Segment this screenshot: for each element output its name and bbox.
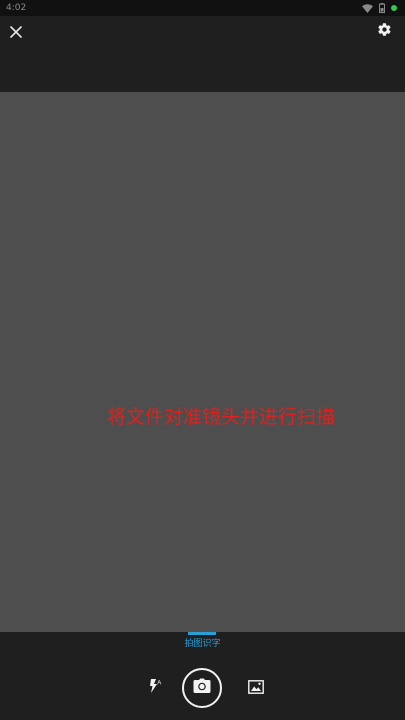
image-icon xyxy=(248,679,264,698)
wifi-icon xyxy=(362,3,373,13)
notification-dot xyxy=(391,5,397,11)
gallery-button[interactable] xyxy=(246,678,266,698)
camera-icon xyxy=(193,678,211,698)
status-bar: 4:02 xyxy=(0,0,405,16)
svg-text:A: A xyxy=(157,681,161,687)
close-button[interactable] xyxy=(4,20,28,44)
camera-viewfinder[interactable]: 将文件对准镜头并进行扫描 xyxy=(0,92,405,632)
status-icons xyxy=(362,2,397,14)
top-toolbar xyxy=(0,16,405,92)
battery-icon xyxy=(379,3,385,13)
close-icon xyxy=(10,23,22,42)
shutter-button[interactable] xyxy=(182,668,222,708)
tab-photo-ocr[interactable]: 拍图识字 xyxy=(0,638,405,650)
scan-hint-text: 将文件对准镜头并进行扫描 xyxy=(107,406,336,428)
camera-controls: A xyxy=(0,668,405,708)
camera-screen: 4:02 将文件对准镜头并进行扫描 拍图识字 A xyxy=(0,0,405,720)
bottom-panel: 拍图识字 A xyxy=(0,632,405,720)
flash-button[interactable]: A xyxy=(145,678,165,698)
settings-button[interactable] xyxy=(373,20,395,42)
status-time: 4:02 xyxy=(6,3,27,13)
gear-icon xyxy=(377,22,392,41)
active-tab-indicator xyxy=(188,632,216,635)
flash-auto-icon: A xyxy=(147,678,163,698)
